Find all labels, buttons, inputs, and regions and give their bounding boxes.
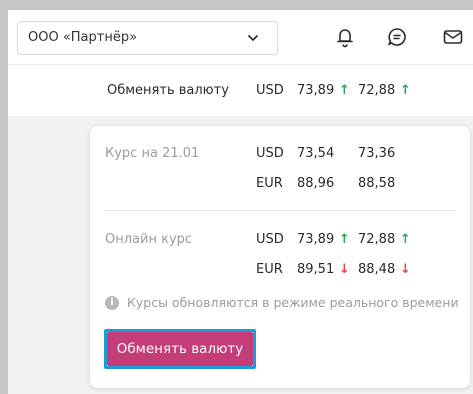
- rate-currency: USD: [256, 232, 284, 247]
- fixed-rate-label: Курс на 21.01: [105, 146, 200, 161]
- arrow-down-icon: ↓: [400, 262, 411, 277]
- quick-exchange-row: Обменять валюту USD 73,89 ↑ 72,88 ↑: [8, 64, 473, 116]
- arrow-up-icon: ↑: [339, 83, 350, 98]
- company-name: ООО «Партнёр»: [28, 30, 138, 45]
- rate-buy: 73,54: [297, 146, 335, 161]
- quick-buy-rate: 73,89: [297, 83, 335, 98]
- exchange-currency-button[interactable]: Обменять валюту: [107, 332, 253, 366]
- rate-buy: 88,96: [297, 176, 335, 191]
- rate-buy: 89,51: [297, 262, 335, 277]
- rate-buy: 73,89: [297, 232, 335, 247]
- quick-currency: USD: [256, 83, 284, 98]
- arrow-down-icon: ↓: [339, 262, 350, 277]
- info-icon: i: [105, 296, 119, 310]
- divider: [104, 210, 456, 211]
- chevron-down-icon: [248, 35, 258, 41]
- arrow-up-icon: ↑: [400, 83, 411, 98]
- rate-sell: 72,88: [358, 232, 396, 247]
- realtime-info-text: Курсы обновляются в режиме реального вре…: [127, 295, 459, 310]
- online-rate-label: Онлайн курс: [105, 232, 193, 247]
- rate-currency: EUR: [256, 176, 283, 191]
- rate-sell: 73,36: [358, 146, 396, 161]
- chat-icon[interactable]: [386, 26, 408, 48]
- bell-icon[interactable]: [334, 26, 356, 48]
- rate-currency: EUR: [256, 262, 283, 277]
- header: ООО «Партнёр»: [8, 10, 473, 64]
- company-select[interactable]: ООО «Партнёр»: [17, 21, 278, 55]
- quick-sell-rate: 72,88: [358, 83, 396, 98]
- quick-exchange-link[interactable]: Обменять валюту: [107, 83, 229, 98]
- arrow-up-icon: ↑: [400, 232, 411, 247]
- rate-currency: USD: [256, 146, 284, 161]
- rate-sell: 88,58: [358, 176, 396, 191]
- mail-icon[interactable]: [442, 26, 464, 48]
- app-frame: ООО «Партнёр» Обменять валюту USD 73,89 …: [8, 10, 473, 394]
- arrow-up-icon: ↑: [339, 232, 350, 247]
- rates-card: Курс на 21.01 USD 73,54 73,36 EUR 88,96 …: [90, 126, 470, 388]
- rate-sell: 88,48: [358, 262, 396, 277]
